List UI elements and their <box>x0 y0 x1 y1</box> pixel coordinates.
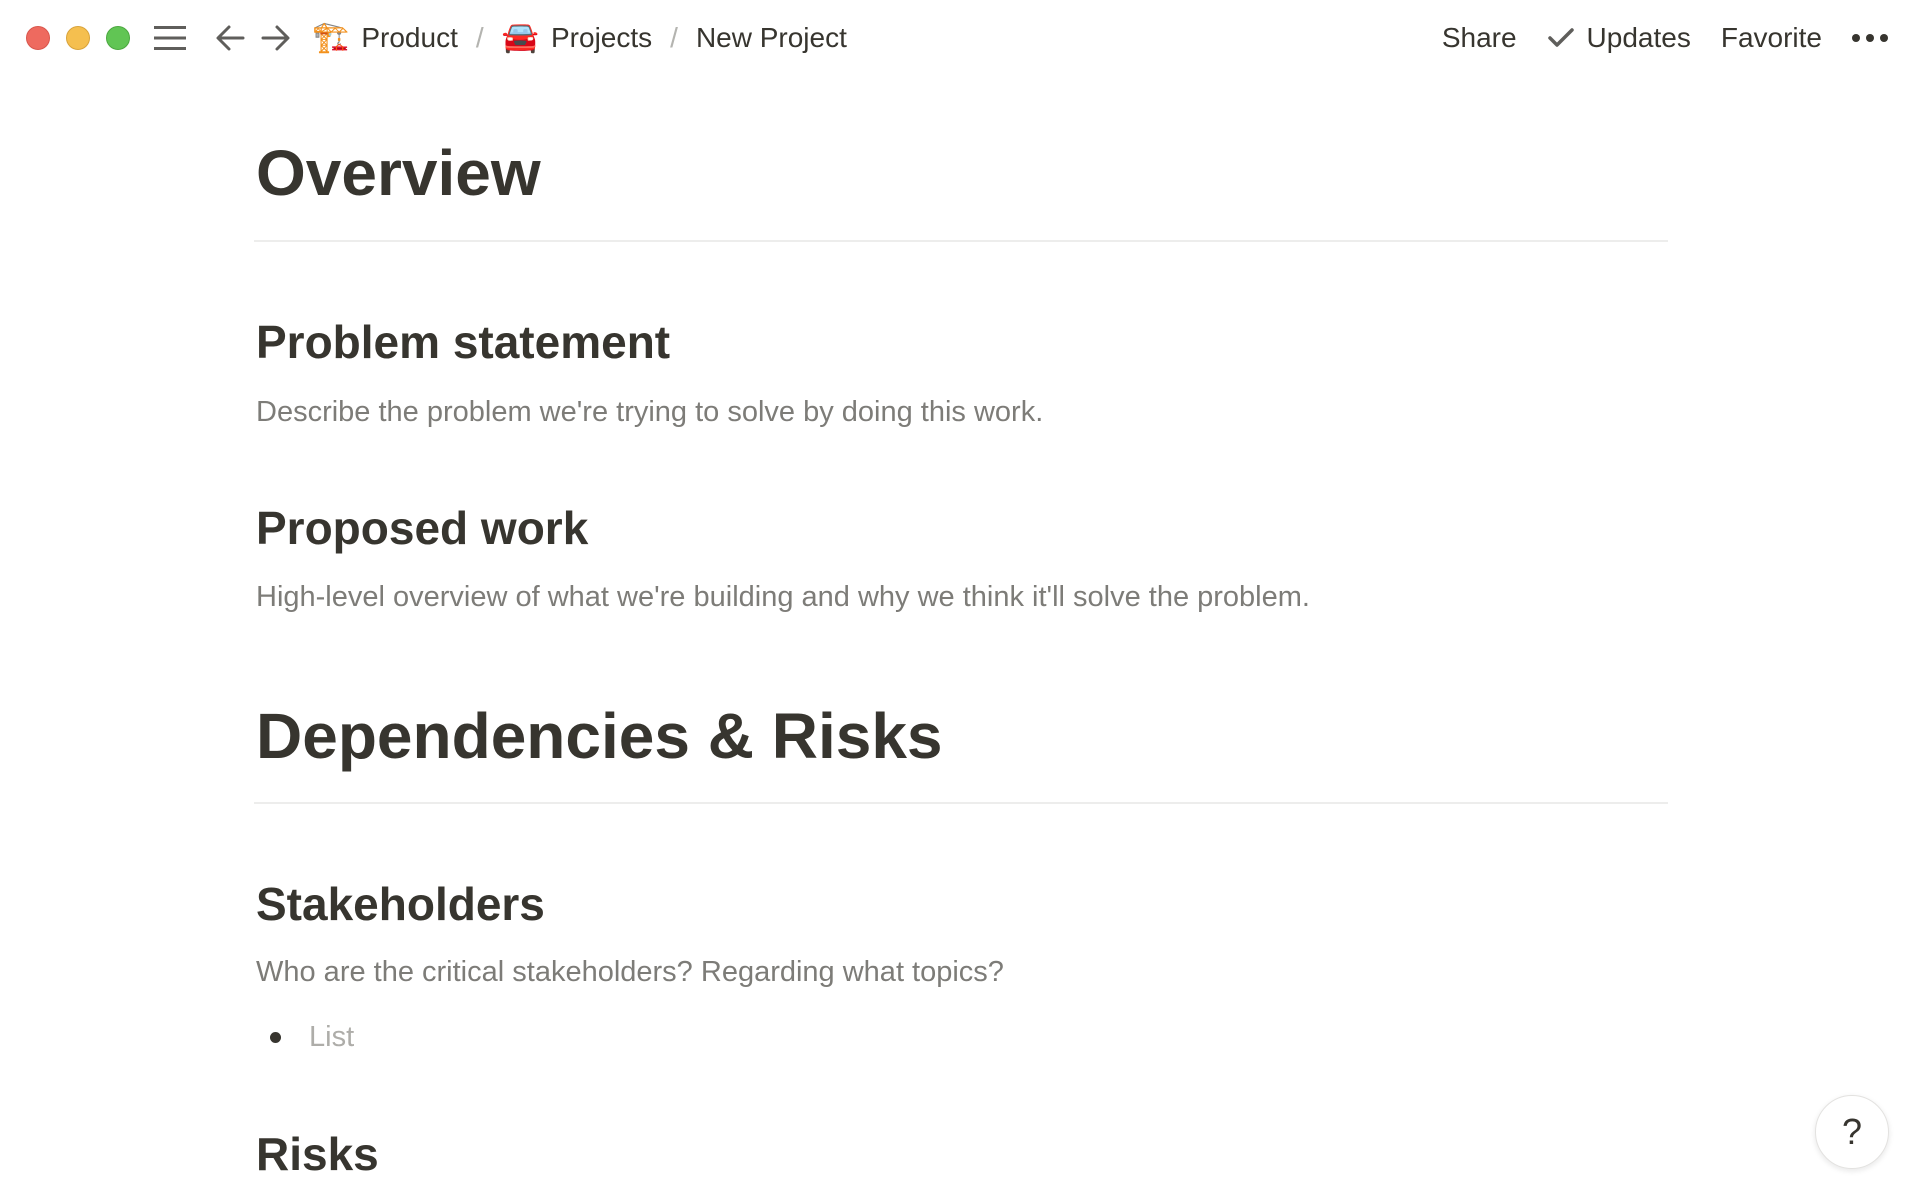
breadcrumb-label: New Project <box>695 22 847 53</box>
breadcrumb-item-new-project[interactable]: New Project <box>696 22 847 54</box>
proposed-work-text[interactable]: High-level overview of what we're buildi… <box>256 583 1310 612</box>
heading-problem-statement[interactable]: Problem statement <box>256 319 670 365</box>
window-close-button[interactable] <box>26 26 50 50</box>
top-bar: 🏗️ Product / 🚘 Projects / New Project Sh… <box>0 0 1920 76</box>
more-dots-icon <box>1880 34 1888 42</box>
breadcrumb-separator: / <box>670 22 678 53</box>
hamburger-icon <box>154 26 186 50</box>
breadcrumb: 🏗️ Product / 🚘 Projects / New Project <box>312 18 847 58</box>
favorite-button[interactable]: Favorite <box>1721 22 1822 54</box>
share-label: Share <box>1441 22 1517 53</box>
list-item-placeholder: List <box>309 1021 355 1053</box>
more-dots-icon <box>1852 34 1860 42</box>
breadcrumb-separator: / <box>475 22 484 53</box>
back-button[interactable] <box>214 22 246 54</box>
heading-overview[interactable]: Overview <box>256 141 541 205</box>
breadcrumb-label: Product <box>361 22 458 53</box>
heading-stakeholders[interactable]: Stakeholders <box>256 881 545 927</box>
forward-button[interactable] <box>260 22 292 54</box>
help-button[interactable]: ? <box>1815 1095 1889 1169</box>
updates-button[interactable]: Updates <box>1547 22 1691 54</box>
top-actions: Share Updates Favorite <box>1442 18 1888 58</box>
stakeholders-text[interactable]: Who are the critical stakeholders? Regar… <box>256 958 1004 987</box>
window-zoom-button[interactable] <box>106 26 130 50</box>
breadcrumb-label: Projects <box>551 22 653 53</box>
share-button[interactable]: Share <box>1442 22 1517 54</box>
bullet-icon <box>270 1032 281 1043</box>
more-dots-icon <box>1866 34 1874 42</box>
window-minimize-button[interactable] <box>66 26 90 50</box>
arrow-right-icon <box>261 25 290 51</box>
divider <box>254 802 1668 804</box>
updates-label: Updates <box>1586 22 1691 53</box>
checkmark-icon <box>1547 27 1575 49</box>
problem-statement-text[interactable]: Describe the problem we're trying to sol… <box>256 398 1043 427</box>
crane-icon: 🏗️ <box>312 21 350 54</box>
breadcrumb-item-projects[interactable]: 🚘 Projects <box>502 22 653 54</box>
favorite-label: Favorite <box>1720 22 1822 53</box>
more-options-button[interactable] <box>1852 28 1888 48</box>
car-icon: 🚘 <box>501 21 539 54</box>
heading-proposed-work[interactable]: Proposed work <box>256 505 588 551</box>
arrow-left-icon <box>216 25 245 51</box>
heading-risks[interactable]: Risks <box>256 1131 379 1177</box>
breadcrumb-item-product[interactable]: 🏗️ Product <box>312 22 458 54</box>
list-item[interactable]: List <box>270 1023 354 1052</box>
heading-dependencies-risks[interactable]: Dependencies & Risks <box>256 704 943 768</box>
divider <box>254 240 1668 242</box>
question-mark-icon: ? <box>1841 1111 1863 1152</box>
sidebar-toggle-button[interactable] <box>152 22 188 54</box>
